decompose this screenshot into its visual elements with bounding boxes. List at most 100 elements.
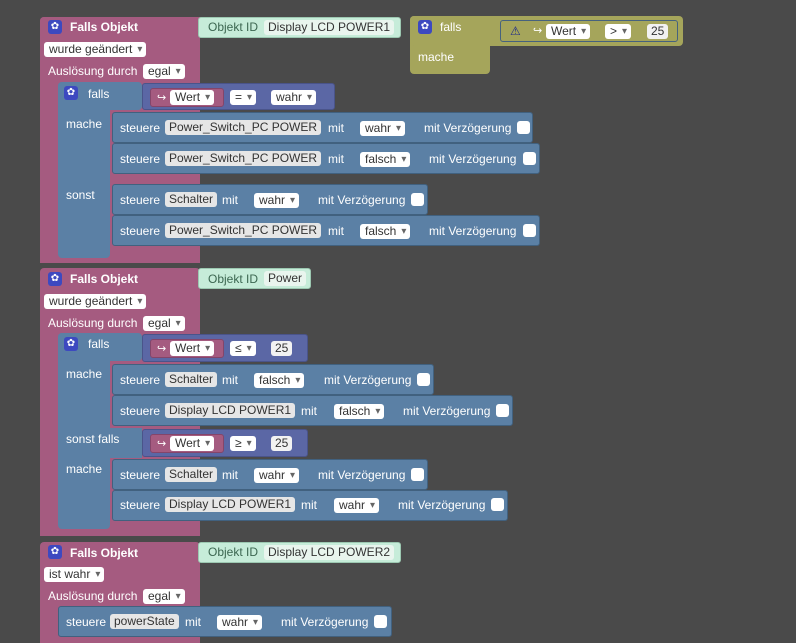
object-id-label: Objekt ID (208, 545, 259, 559)
falls-objekt-label: Falls Objekt (70, 20, 139, 34)
falls-label: falls (440, 20, 462, 34)
ausloesung-label: Auslösung durch (48, 64, 138, 78)
delay-checkbox[interactable] (417, 373, 430, 386)
delay-checkbox[interactable] (517, 121, 530, 134)
wert-dropdown[interactable]: Wert (170, 436, 215, 451)
return-arrow-icon: ↪ (533, 25, 543, 37)
gear-icon[interactable]: ✿ (64, 337, 78, 351)
delay-label: mit Verzögerung (398, 498, 486, 512)
ausloesung-label: Auslösung durch (48, 589, 138, 603)
action-target[interactable]: Schalter (165, 467, 218, 482)
wert-dropdown[interactable]: Wert (170, 341, 215, 356)
action-target[interactable]: Power_Switch_PC POWER (165, 151, 322, 166)
sonst-falls-label: sonst falls (66, 432, 120, 446)
steuere-label: steuere (120, 224, 161, 238)
mit-label: mit (222, 193, 238, 207)
gear-icon[interactable]: ✿ (48, 545, 62, 559)
action-value-dropdown[interactable]: falsch (360, 152, 411, 167)
number-field[interactable]: 25 (647, 24, 669, 39)
operator-dropdown[interactable]: > (605, 24, 632, 39)
number-field[interactable]: 25 (271, 341, 293, 356)
action-value-dropdown[interactable]: wahr (360, 121, 406, 136)
action-target[interactable]: Schalter (165, 372, 218, 387)
object-id-value[interactable]: Display LCD POWER2 (264, 545, 395, 560)
falls-label: falls (88, 337, 110, 351)
action-target[interactable]: Power_Switch_PC POWER (165, 120, 322, 135)
wert-dropdown[interactable]: Wert (546, 24, 591, 39)
delay-checkbox[interactable] (523, 152, 536, 165)
action-value-dropdown[interactable]: falsch (360, 224, 411, 239)
wert-dropdown[interactable]: Wert (170, 90, 215, 105)
steuere-label: steuere (120, 498, 161, 512)
mache-label: mache (66, 367, 103, 381)
return-arrow-icon: ↪ (157, 92, 167, 104)
mache-label: mache (66, 117, 103, 131)
operator-dropdown[interactable]: ≤ (230, 341, 256, 356)
delay-label: mit Verzögerung (318, 468, 406, 482)
ausloesung-dropdown[interactable]: egal (143, 64, 185, 79)
value-dropdown[interactable]: wahr (271, 90, 317, 105)
delay-label: mit Verzögerung (429, 152, 517, 166)
delay-checkbox[interactable] (374, 615, 387, 628)
sonst-label: sonst (66, 188, 95, 202)
gear-icon[interactable]: ✿ (48, 272, 62, 286)
mit-label: mit (222, 373, 238, 387)
delay-label: mit Verzögerung (429, 224, 517, 238)
mache-label: mache (418, 50, 455, 64)
ausloesung-dropdown[interactable]: egal (143, 316, 185, 331)
delay-label: mit Verzögerung (281, 615, 369, 629)
condition-dropdown[interactable]: wurde geändert (44, 42, 147, 57)
delay-checkbox[interactable] (491, 498, 504, 511)
action-target[interactable]: Display LCD POWER1 (165, 403, 296, 418)
operator-dropdown[interactable]: = (230, 90, 257, 105)
delay-label: mit Verzögerung (324, 373, 412, 387)
object-id-label: Objekt ID (208, 20, 259, 34)
delay-checkbox[interactable] (411, 193, 424, 206)
condition-dropdown[interactable]: wurde geändert (44, 294, 147, 309)
mit-label: mit (301, 498, 317, 512)
gear-icon[interactable]: ✿ (64, 86, 78, 100)
gear-icon[interactable]: ✿ (418, 20, 432, 34)
falls-objekt-label: Falls Objekt (70, 546, 139, 560)
action-value-dropdown[interactable]: falsch (254, 373, 305, 388)
action-target[interactable]: Power_Switch_PC POWER (165, 223, 322, 238)
action-value-dropdown[interactable]: falsch (334, 404, 385, 419)
return-arrow-icon: ↪ (157, 343, 167, 355)
object-id-label: Objekt ID (208, 272, 259, 286)
steuere-label: steuere (120, 373, 161, 387)
warning-icon: ⚠ (510, 24, 521, 38)
condition-dropdown[interactable]: ist wahr (44, 567, 105, 582)
steuere-label: steuere (120, 152, 161, 166)
action-value-dropdown[interactable]: wahr (217, 615, 263, 630)
object-id-value[interactable]: Power (264, 271, 307, 286)
mit-label: mit (222, 468, 238, 482)
action-value-dropdown[interactable]: wahr (334, 498, 380, 513)
delay-checkbox[interactable] (496, 404, 509, 417)
steuere-label: steuere (120, 193, 161, 207)
mit-label: mit (185, 615, 201, 629)
action-target[interactable]: Display LCD POWER1 (165, 497, 296, 512)
steuere-label: steuere (120, 121, 161, 135)
falls-label: falls (88, 87, 110, 101)
mit-label: mit (328, 224, 344, 238)
return-arrow-icon: ↪ (157, 438, 167, 450)
ausloesung-dropdown[interactable]: egal (143, 589, 185, 604)
action-target[interactable]: powerState (110, 614, 179, 629)
delay-checkbox[interactable] (411, 468, 424, 481)
action-target[interactable]: Schalter (165, 192, 218, 207)
steuere-label: steuere (120, 468, 161, 482)
mit-label: mit (328, 152, 344, 166)
mit-label: mit (301, 404, 317, 418)
object-id-value[interactable]: Display LCD POWER1 (264, 20, 395, 35)
operator-dropdown[interactable]: ≥ (230, 436, 256, 451)
action-value-dropdown[interactable]: wahr (254, 193, 300, 208)
gear-icon[interactable]: ✿ (48, 20, 62, 34)
delay-label: mit Verzögerung (424, 121, 512, 135)
ausloesung-label: Auslösung durch (48, 316, 138, 330)
delay-checkbox[interactable] (523, 224, 536, 237)
number-field[interactable]: 25 (271, 436, 293, 451)
mache-label: mache (66, 462, 103, 476)
action-value-dropdown[interactable]: wahr (254, 468, 300, 483)
steuere-label: steuere (120, 404, 161, 418)
delay-label: mit Verzögerung (403, 404, 491, 418)
